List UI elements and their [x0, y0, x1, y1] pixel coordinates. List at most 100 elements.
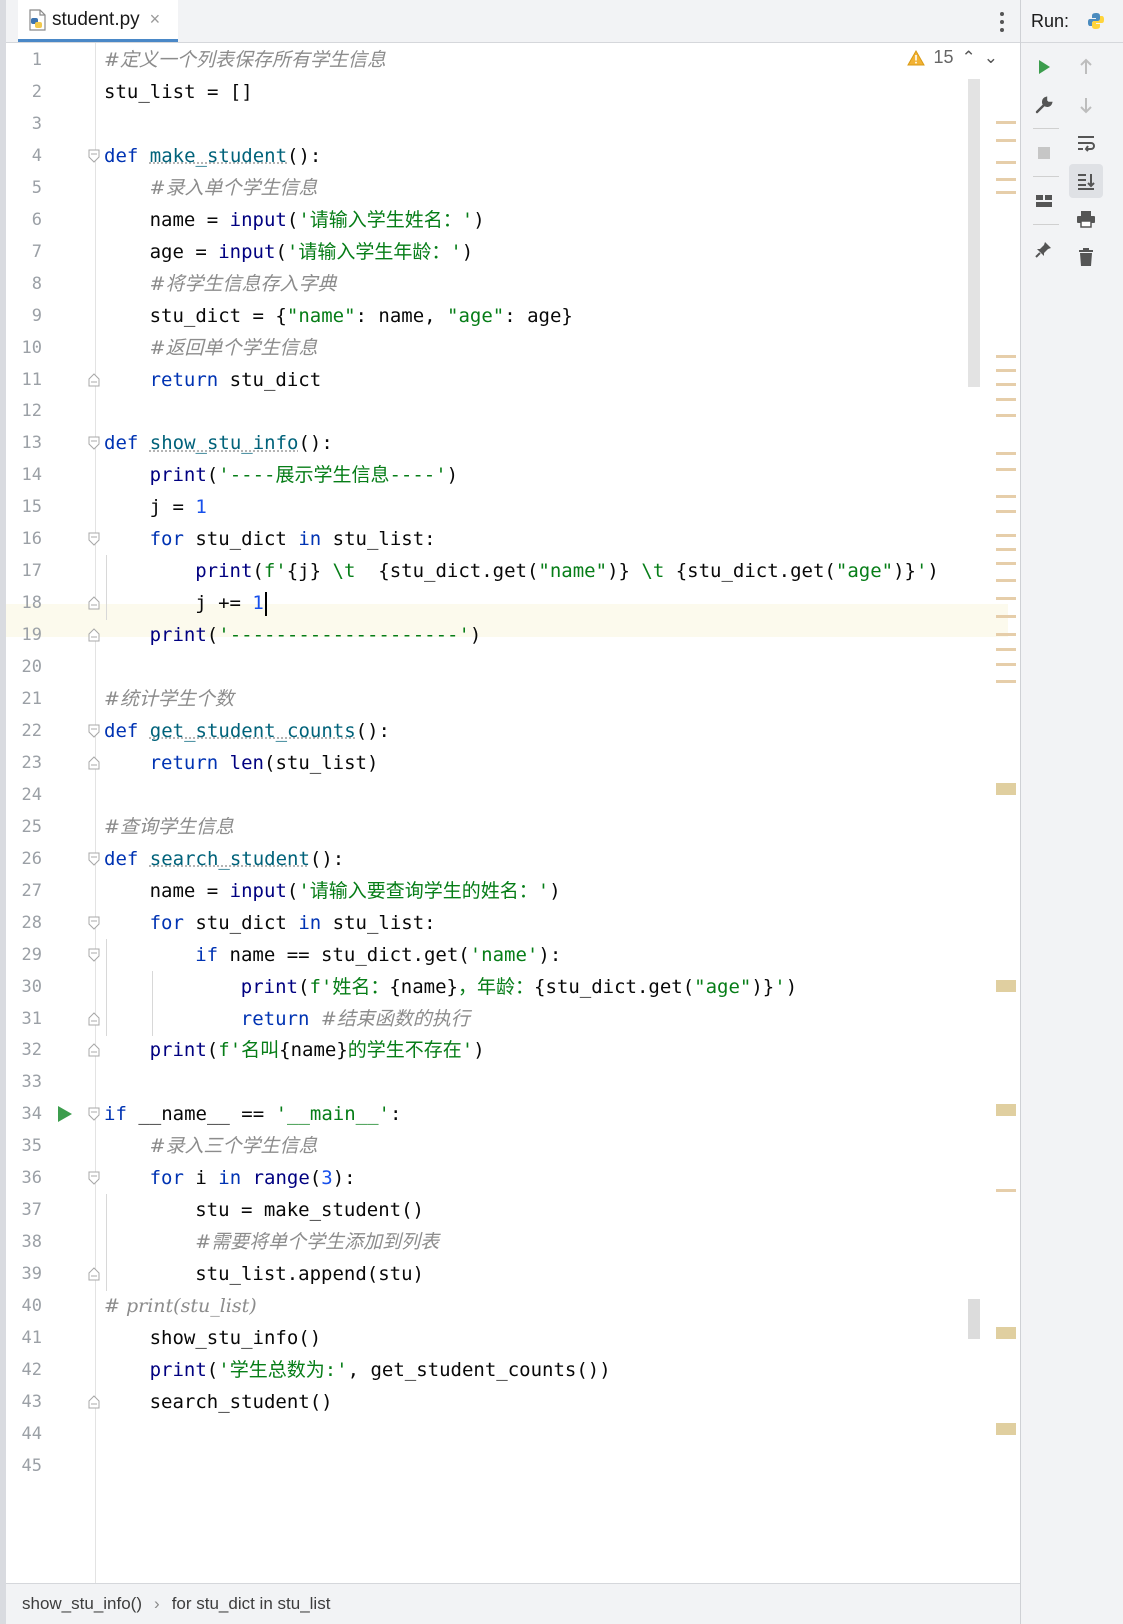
error-stripe-marker[interactable]: [996, 178, 1016, 181]
line-number[interactable]: 11: [6, 364, 42, 397]
line-number[interactable]: 14: [6, 459, 42, 492]
fold-icon[interactable]: [88, 628, 100, 642]
code-line[interactable]: 18 j += 1: [6, 587, 1008, 620]
code-line[interactable]: 22 def get_student_counts():: [6, 715, 1008, 748]
line-number[interactable]: 36: [6, 1162, 42, 1195]
line-number[interactable]: 8: [6, 268, 42, 301]
code-editor[interactable]: 1 #定义一个列表保存所有学生信息 2 stu_list = [] 3 4 def make…: [6, 43, 1020, 1583]
code-line[interactable]: 17 print(f'{j} \t {stu_dict.get("name")} …: [6, 555, 1008, 588]
tab-student-py[interactable]: student.py ×: [18, 0, 178, 42]
line-number[interactable]: 22: [6, 715, 42, 748]
line-number[interactable]: 24: [6, 779, 42, 812]
line-number[interactable]: 33: [6, 1066, 42, 1099]
error-stripe-marker[interactable]: [996, 1327, 1016, 1339]
fold-icon[interactable]: [88, 1043, 100, 1057]
code-line[interactable]: 3: [6, 108, 1008, 141]
fold-icon[interactable]: [88, 1107, 100, 1121]
code-line[interactable]: 40 # print(stu_list): [6, 1290, 1008, 1323]
error-stripe-marker[interactable]: [996, 414, 1016, 417]
fold-icon[interactable]: [88, 724, 100, 738]
code-line[interactable]: 6 name = input('请输入学生姓名：'): [6, 204, 1008, 237]
code-line[interactable]: 37 stu = make_student(): [6, 1194, 1008, 1227]
error-stripe-marker[interactable]: [996, 663, 1016, 666]
code-line[interactable]: 34 if __name__ == '__main__':: [6, 1098, 1008, 1131]
code-line[interactable]: 27 name = input('请输入要查询学生的姓名：'): [6, 875, 1008, 908]
line-number[interactable]: 45: [6, 1450, 42, 1483]
pin-icon[interactable]: [1027, 232, 1061, 266]
line-number[interactable]: 43: [6, 1386, 42, 1419]
fold-icon[interactable]: [88, 532, 100, 546]
error-stripe-marker[interactable]: [996, 783, 1016, 795]
line-number[interactable]: 5: [6, 172, 42, 205]
line-number[interactable]: 41: [6, 1322, 42, 1355]
code-line[interactable]: 13 def show_stu_info():: [6, 427, 1008, 460]
line-number[interactable]: 4: [6, 140, 42, 173]
error-stripe-marker[interactable]: [996, 633, 1016, 636]
fold-icon[interactable]: [88, 373, 100, 387]
breadcrumb-item-loop[interactable]: for stu_dict in stu_list: [172, 1594, 331, 1614]
error-stripe-marker[interactable]: [996, 648, 1016, 651]
wrench-icon[interactable]: [1027, 88, 1061, 122]
code-line[interactable]: 7 age = input('请输入学生年龄：'): [6, 236, 1008, 269]
code-line[interactable]: 35 #录入三个学生信息: [6, 1130, 1008, 1163]
code-line[interactable]: 33: [6, 1066, 1008, 1099]
line-number[interactable]: 16: [6, 523, 42, 556]
error-stripe-marker[interactable]: [996, 383, 1016, 386]
soft-wrap-icon[interactable]: [1069, 126, 1103, 160]
code-line[interactable]: 29 if name == stu_dict.get('name'):: [6, 939, 1008, 972]
line-number[interactable]: 13: [6, 427, 42, 460]
arrow-up-icon[interactable]: [1069, 50, 1103, 84]
error-stripe-marker[interactable]: [996, 548, 1016, 551]
line-number[interactable]: 27: [6, 875, 42, 908]
error-stripe-marker[interactable]: [996, 1423, 1016, 1435]
code-line[interactable]: 25 #查询学生信息: [6, 811, 1008, 844]
error-stripe-marker[interactable]: [996, 452, 1016, 455]
code-line[interactable]: 24: [6, 779, 1008, 812]
error-stripe-marker[interactable]: [996, 468, 1016, 471]
fold-icon[interactable]: [88, 1267, 100, 1281]
trash-icon[interactable]: [1069, 240, 1103, 274]
line-number[interactable]: 2: [6, 76, 42, 109]
code-line[interactable]: 30 print(f'姓名：{name}，年龄：{stu_dict.get("ag…: [6, 971, 1008, 1004]
error-stripe-marker[interactable]: [996, 1104, 1016, 1116]
line-number[interactable]: 23: [6, 747, 42, 780]
code-line[interactable]: 45: [6, 1450, 1008, 1483]
error-stripe-marker[interactable]: [996, 1189, 1016, 1192]
code-line[interactable]: 43 search_student(): [6, 1386, 1008, 1419]
python-logo-icon[interactable]: [1087, 12, 1105, 30]
line-number[interactable]: 30: [6, 971, 42, 1004]
code-line[interactable]: 5 #录入单个学生信息: [6, 172, 1008, 205]
code-line[interactable]: 42 print('学生总数为:', get_student_counts()): [6, 1354, 1008, 1387]
fold-icon[interactable]: [88, 1171, 100, 1185]
line-number[interactable]: 44: [6, 1418, 42, 1451]
code-line[interactable]: 26 def search_student():: [6, 843, 1008, 876]
close-tab-icon[interactable]: ×: [150, 9, 161, 30]
error-stripe-marker[interactable]: [996, 510, 1016, 513]
code-line[interactable]: 36 for i in range(3):: [6, 1162, 1008, 1195]
fold-icon[interactable]: [88, 948, 100, 962]
code-line[interactable]: 2 stu_list = []: [6, 76, 1008, 109]
line-number[interactable]: 20: [6, 651, 42, 684]
run-gutter-icon[interactable]: [58, 1106, 72, 1122]
error-stripe-marker[interactable]: [996, 597, 1016, 600]
code-line[interactable]: 15 j = 1: [6, 491, 1008, 524]
line-number[interactable]: 3: [6, 108, 42, 141]
error-stripe-marker[interactable]: [996, 562, 1016, 565]
line-number[interactable]: 28: [6, 907, 42, 940]
line-number[interactable]: 18: [6, 587, 42, 620]
line-number[interactable]: 12: [6, 395, 42, 428]
code-line[interactable]: 8 #将学生信息存入字典: [6, 268, 1008, 301]
error-stripe-marker[interactable]: [996, 191, 1016, 194]
error-stripe-marker[interactable]: [996, 369, 1016, 372]
line-number[interactable]: 38: [6, 1226, 42, 1259]
line-number[interactable]: 39: [6, 1258, 42, 1291]
line-number[interactable]: 31: [6, 1003, 42, 1036]
line-number[interactable]: 21: [6, 683, 42, 716]
fold-icon[interactable]: [88, 916, 100, 930]
error-stripe-marker[interactable]: [996, 121, 1016, 124]
code-line[interactable]: 16 for stu_dict in stu_list:: [6, 523, 1008, 556]
code-line[interactable]: 11 return stu_dict: [6, 364, 1008, 397]
code-line[interactable]: 1 #定义一个列表保存所有学生信息: [6, 44, 1008, 77]
error-stripe-marker[interactable]: [996, 495, 1016, 498]
fold-icon[interactable]: [88, 436, 100, 450]
